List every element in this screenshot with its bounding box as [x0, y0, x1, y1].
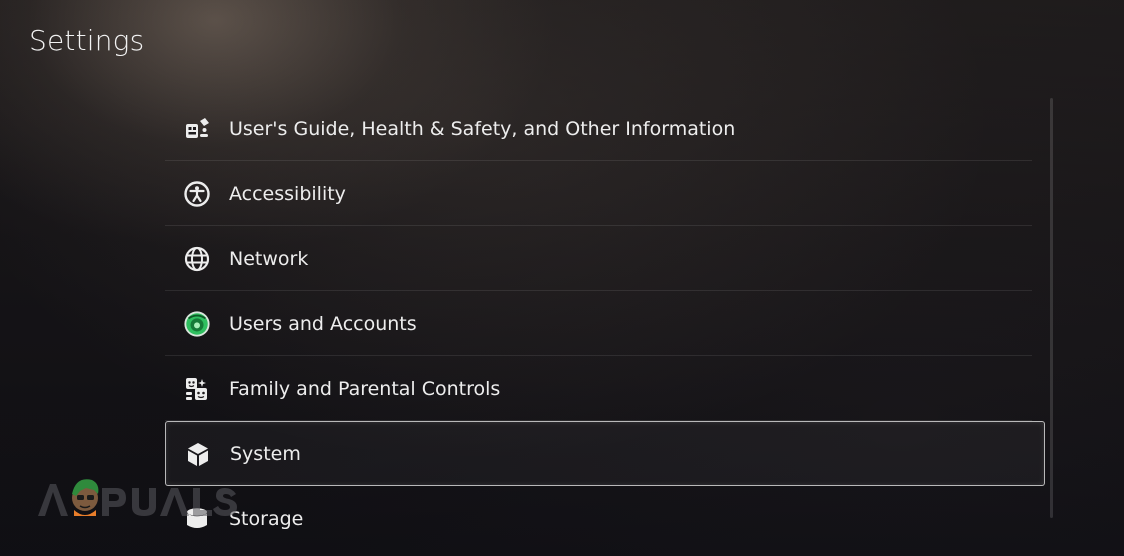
menu-item-label: System	[230, 442, 301, 465]
menu-item-label: Family and Parental Controls	[229, 377, 501, 400]
menu-item-label: User's Guide, Health & Safety, and Other…	[229, 117, 736, 140]
menu-item-network[interactable]: Network	[165, 226, 1045, 291]
menu-item-family-parental-controls[interactable]: Family and Parental Controls	[165, 356, 1045, 421]
menu-item-label: Network	[229, 247, 309, 270]
globe-icon	[183, 245, 211, 273]
settings-menu-list: User's Guide, Health & Safety, and Other…	[165, 96, 1045, 551]
menu-item-label: Users and Accounts	[229, 312, 417, 335]
menu-item-users-and-accounts[interactable]: Users and Accounts	[165, 291, 1045, 356]
family-icon	[183, 375, 211, 403]
guide-icon	[183, 115, 211, 143]
page-title: Settings	[29, 24, 145, 57]
user-avatar-icon	[183, 310, 211, 338]
appuals-watermark-logo	[38, 479, 237, 516]
menu-item-storage[interactable]: Storage	[165, 486, 1045, 551]
menu-item-users-guide[interactable]: User's Guide, Health & Safety, and Other…	[165, 96, 1045, 161]
scrollbar[interactable]	[1050, 98, 1053, 518]
menu-item-system[interactable]: System	[165, 421, 1045, 486]
accessibility-icon	[183, 180, 211, 208]
menu-item-accessibility[interactable]: Accessibility	[165, 161, 1045, 226]
cube-icon	[184, 440, 212, 468]
menu-item-label: Accessibility	[229, 182, 346, 205]
